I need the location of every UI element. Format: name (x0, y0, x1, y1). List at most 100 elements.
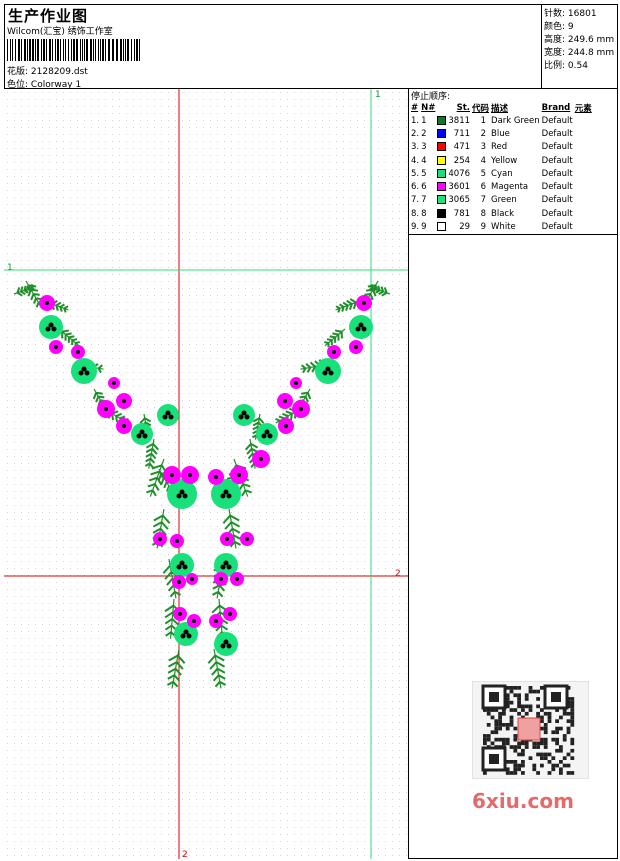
row-brand: Default (541, 128, 573, 139)
width-value: 244.8 mm (567, 48, 615, 58)
qr-finder-core (489, 754, 499, 764)
fern-leaf (337, 308, 341, 313)
row-brand: Default (541, 115, 573, 126)
width-label: 宽度: (544, 48, 566, 58)
qr-module (505, 741, 510, 746)
qr-module (551, 730, 556, 735)
flower-center (170, 473, 174, 477)
scale-value: 0.54 (567, 61, 588, 71)
fern-leaf (278, 415, 285, 420)
header-block: 生产作业图 Wilcom(汇宝) 绣饰工作室 花版: 2128209.dst 色… (4, 4, 542, 90)
embroidery-preview: 1 1 2 2 (4, 89, 408, 859)
fern-leaf (222, 514, 231, 524)
fern-leaf (92, 392, 98, 400)
flower-center (190, 577, 194, 581)
qr-module (566, 711, 571, 716)
fern-leaf (65, 332, 72, 336)
qr-module (509, 745, 514, 749)
qr-module (502, 741, 506, 746)
flower-center (175, 539, 179, 543)
flower-center (168, 414, 174, 420)
col-code: 代码 (472, 103, 490, 114)
qr-module (547, 719, 552, 723)
design-width: 宽度: 244.8 mm (544, 45, 614, 58)
row-index: 7. (411, 195, 420, 206)
fern-leaf (97, 364, 103, 370)
fern-leaf (162, 564, 171, 574)
qr-module (551, 763, 556, 768)
qr-module (555, 748, 559, 753)
qr-module (524, 697, 529, 701)
qr-module (555, 726, 559, 731)
qr-module (513, 760, 518, 764)
qr-module (570, 719, 575, 723)
fern-leaf (23, 285, 27, 291)
qr-module (513, 734, 518, 738)
qr-module (543, 737, 548, 742)
qr-module (513, 686, 518, 690)
qr-module (570, 715, 575, 720)
flower-center (48, 322, 54, 328)
fern-leaf (305, 363, 311, 369)
qr-module (536, 745, 540, 749)
fern-leaf (214, 654, 225, 662)
qr-module (498, 726, 502, 731)
stats-panel: 针数: 16801 颜色: 9 高度: 249.6 mm 宽度: 244.8 m… (542, 4, 618, 88)
flower-center (214, 619, 218, 623)
qr-module (543, 745, 548, 749)
qr-module (505, 771, 510, 775)
qr-module (513, 737, 518, 742)
flower-center (332, 350, 336, 354)
flower-center (225, 537, 229, 541)
flower-center (220, 564, 226, 570)
fern-leaf (16, 291, 23, 297)
flower-center (362, 301, 366, 305)
row-needle: 7 (421, 195, 427, 206)
row-brand: Default (541, 195, 573, 206)
fern-leaf (375, 289, 381, 294)
fern-leaf (26, 284, 31, 290)
qr-module (483, 734, 487, 738)
qr-module (528, 756, 533, 760)
qr-module (570, 711, 575, 716)
qr-module (562, 763, 567, 768)
row-swatch (436, 141, 447, 154)
qr-module (551, 767, 556, 772)
fern-leaf (55, 301, 62, 307)
row-element (574, 167, 593, 180)
color-count-value: 9 (567, 22, 574, 32)
row-element (574, 114, 593, 127)
qr-module (528, 686, 533, 690)
row-stitches: 471 (453, 142, 471, 153)
fern-leaf (364, 293, 371, 296)
qr-module (532, 763, 537, 768)
row-description: Black (491, 208, 515, 219)
flower-center (142, 433, 148, 439)
row-index: 1. (411, 115, 420, 126)
fern-leaf (275, 418, 281, 422)
qr-module (521, 708, 525, 712)
qr-module (509, 700, 514, 705)
qr-module (532, 689, 537, 694)
fern-leaf (149, 458, 155, 464)
qr-code (472, 681, 589, 779)
page-title: 生产作业图 (8, 7, 89, 25)
qr-module (566, 730, 571, 735)
qr-module (566, 719, 571, 723)
color-swatch (437, 142, 447, 152)
row-code: 5 (480, 168, 487, 179)
qr-module (547, 711, 552, 716)
qr-module (555, 730, 559, 735)
col-stitches: St. (456, 102, 471, 113)
qr-module (562, 734, 567, 738)
color-swatch (437, 115, 447, 125)
table-row: 9. 9 29 9 White Default (410, 220, 593, 233)
qr-module (540, 756, 544, 760)
color-count: 颜色: 9 (544, 19, 574, 32)
qr-module (521, 704, 525, 709)
qr-module (509, 760, 514, 764)
row-code: 9 (480, 222, 487, 233)
fern-leaf (33, 297, 37, 304)
qr-module (513, 771, 518, 775)
qr-module (502, 723, 506, 727)
